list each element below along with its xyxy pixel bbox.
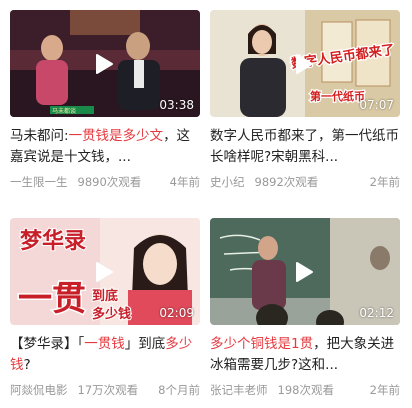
title-text: 马未都问: <box>10 128 69 144</box>
video-meta: 张记丰老师 198次观看 2年前 <box>210 382 400 398</box>
video-duration: 02:09 <box>159 306 194 320</box>
title-text: ? <box>23 357 31 373</box>
video-views: 198次观看 <box>277 383 334 397</box>
video-author[interactable]: 阿燚侃电影 <box>10 382 68 398</box>
video-thumbnail[interactable]: 梦华录 一贯 到底 多少钱 02:09 <box>10 218 200 325</box>
video-author[interactable]: 一生限一生 <box>10 174 68 190</box>
video-title[interactable]: 多少个铜钱是1贯，把大象关进冰箱需要几步?这和... <box>210 334 400 376</box>
video-views: 9890次观看 <box>77 175 142 189</box>
play-icon <box>296 262 313 282</box>
video-grid: 马未都谈 03:38 马未都问:一贯钱是多少文，这嘉宾说是十文钱，... 一生限… <box>0 0 412 408</box>
video-card[interactable]: 02:12 多少个铜钱是1贯，把大象关进冰箱需要几步?这和... 张记丰老师 1… <box>210 218 400 398</box>
thumbnail-caption: 到底 <box>92 288 118 304</box>
video-views: 9892次观看 <box>254 175 319 189</box>
thumbnail-caption: 梦华录 <box>20 228 86 254</box>
thumbnail-caption: 多少钱 <box>92 306 131 322</box>
title-text: 」到底 <box>124 336 166 352</box>
title-text: 【梦华录】「 <box>10 336 85 352</box>
play-icon <box>96 262 113 282</box>
title-highlight: 一贯钱 <box>84 336 125 352</box>
thumbnail-caption: 一贯 <box>18 279 86 319</box>
title-highlight: 多少个铜钱是1贯 <box>210 336 314 352</box>
video-time: 2年前 <box>369 175 400 189</box>
video-title[interactable]: 数字人民币都来了，第一代纸币长啥样呢?宋朝黑科... <box>210 126 400 168</box>
video-meta: 阿燚侃电影 17万次观看 8个月前 <box>10 382 200 398</box>
video-meta: 史小纪 9892次观看 2年前 <box>210 174 400 190</box>
play-icon <box>96 54 113 74</box>
title-text: 数字人民币都来了，第一代纸币长啥样呢?宋朝黑科... <box>210 128 399 165</box>
video-author[interactable]: 史小纪 <box>210 174 245 190</box>
video-time: 4年前 <box>169 175 200 189</box>
video-duration: 03:38 <box>159 98 194 112</box>
video-card[interactable]: 马未都谈 03:38 马未都问:一贯钱是多少文，这嘉宾说是十文钱，... 一生限… <box>10 10 200 190</box>
thumbnail-caption: 第一代纸币 <box>310 89 365 103</box>
video-thumbnail[interactable]: 数字人民币都来了 第一代纸币 07:07 <box>210 10 400 117</box>
title-highlight: 一贯钱是多少文 <box>68 128 164 144</box>
video-views: 17万次观看 <box>77 383 139 397</box>
video-thumbnail[interactable]: 马未都谈 03:38 <box>10 10 200 117</box>
video-thumbnail[interactable]: 02:12 <box>210 218 400 325</box>
video-title[interactable]: 【梦华录】「一贯钱」到底多少钱? <box>10 334 200 376</box>
video-time: 2年前 <box>369 383 400 397</box>
video-time: 8个月前 <box>158 383 200 397</box>
video-card[interactable]: 数字人民币都来了 第一代纸币 07:07 数字人民币都来了，第一代纸币长啥样呢?… <box>210 10 400 190</box>
video-duration: 02:12 <box>359 306 394 320</box>
play-icon <box>296 54 313 74</box>
video-meta: 一生限一生 9890次观看 4年前 <box>10 174 200 190</box>
video-title[interactable]: 马未都问:一贯钱是多少文，这嘉宾说是十文钱，... <box>10 126 200 168</box>
video-author[interactable]: 张记丰老师 <box>210 382 268 398</box>
thumbnail-caption: 马未都谈 <box>52 107 76 115</box>
video-card[interactable]: 梦华录 一贯 到底 多少钱 02:09 【梦华录】「一贯钱」到底多少钱? 阿燚侃… <box>10 218 200 398</box>
video-duration: 07:07 <box>359 98 394 112</box>
